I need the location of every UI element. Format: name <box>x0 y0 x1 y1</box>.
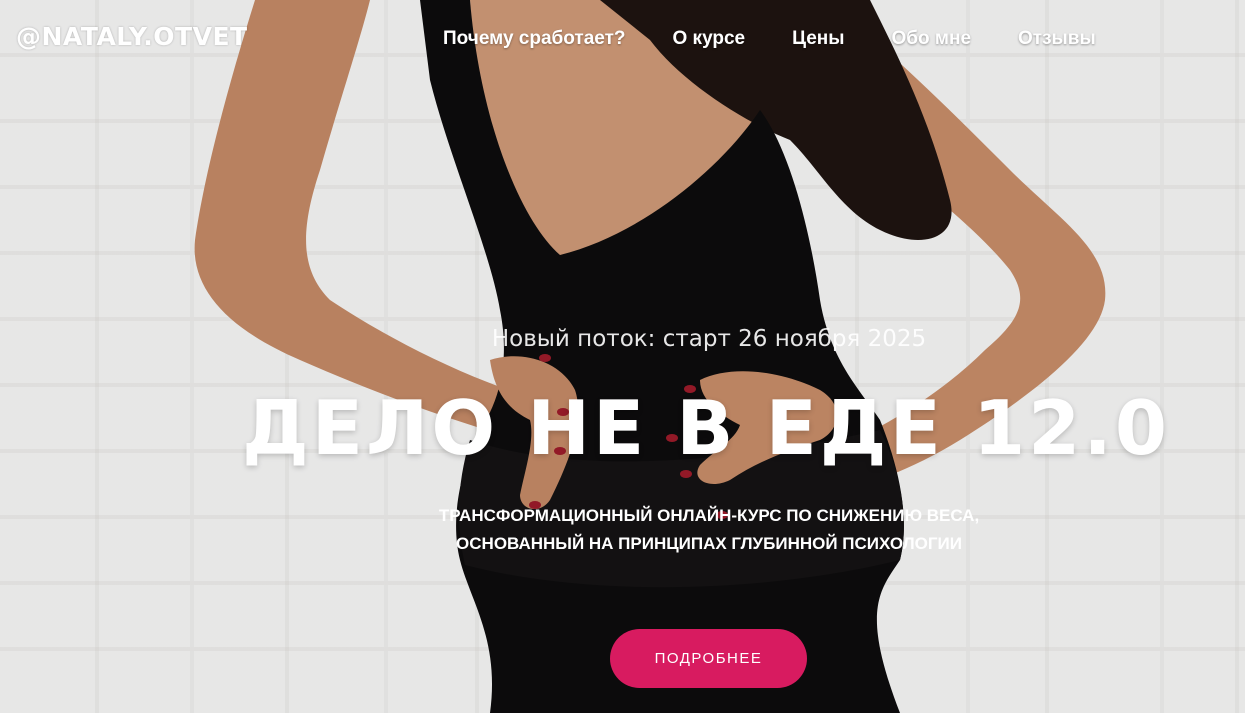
main-nav: Почему сработает? О курсе Цены Обо мне О… <box>443 28 1096 50</box>
hero-title: ДЕЛО НЕ В ЕДЕ 12.0 <box>242 384 1170 472</box>
hero-section: @NATALY.OTVET Почему сработает? О курсе … <box>0 0 1245 713</box>
hero-description: ТРАНСФОРМАЦИОННЫЙ ОНЛАЙН-КУРС ПО СНИЖЕНИ… <box>0 502 1245 558</box>
hero-description-line-2: ОСНОВАННЫЙ НА ПРИНЦИПАХ ГЛУБИННОЙ ПСИХОЛ… <box>456 534 962 553</box>
more-details-button[interactable]: ПОДРОБНЕЕ <box>610 629 807 688</box>
site-logo[interactable]: @NATALY.OTVET <box>16 22 248 51</box>
nav-item-why-it-works[interactable]: Почему сработает? <box>443 28 626 50</box>
nav-item-prices[interactable]: Цены <box>792 28 844 50</box>
hero-photo <box>194 0 1106 713</box>
hero-description-line-1: ТРАНСФОРМАЦИОННЫЙ ОНЛАЙН-КУРС ПО СНИЖЕНИ… <box>438 506 980 525</box>
nav-item-reviews[interactable]: Отзывы <box>1018 28 1096 50</box>
nav-item-about-course[interactable]: О курсе <box>673 28 746 50</box>
start-date-text: Новый поток: старт 26 ноября 2025 <box>491 326 927 352</box>
nav-item-about-me[interactable]: Обо мне <box>892 28 972 50</box>
